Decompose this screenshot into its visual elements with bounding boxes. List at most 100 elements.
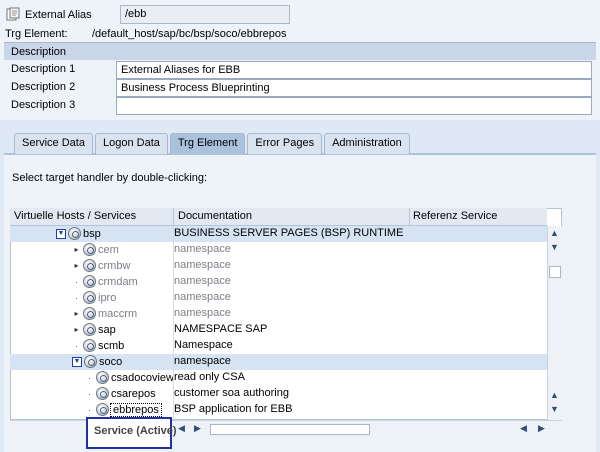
description-3-field[interactable] (116, 97, 592, 115)
tree-row[interactable]: · csadocoview read only CSA (10, 370, 547, 386)
tree-node-documentation: namespace (174, 243, 231, 255)
tree-node[interactable]: ▼ bsp (56, 227, 101, 240)
leaf-dot-icon: · (75, 292, 78, 303)
scroll-right-icon[interactable]: ▶ (194, 423, 201, 434)
tree-row[interactable]: · ebbrepos BSP application for EBB (10, 402, 547, 418)
tree-node-name[interactable]: soco (99, 356, 122, 368)
expand-arrow-icon[interactable]: ▸ (72, 261, 81, 270)
tree-node[interactable]: · ebbrepos (85, 402, 162, 417)
scroll-up-icon[interactable]: ▲ (550, 390, 559, 400)
trg-element-value: /default_host/sap/bc/bsp/soco/ebbrepos (92, 28, 287, 40)
leaf-dot-icon: · (75, 276, 78, 287)
leaf-dot-icon: · (88, 388, 91, 399)
globe-service-icon (96, 403, 109, 416)
tree-node[interactable]: ▸ maccrm (72, 307, 137, 320)
tree-node-documentation: customer soa authoring (174, 387, 289, 399)
tree-node-name[interactable]: bsp (83, 228, 101, 240)
globe-service-icon (83, 307, 96, 320)
scroll-thumb[interactable] (210, 424, 370, 435)
tree-node[interactable]: · scmb (72, 339, 124, 352)
description-1-field[interactable]: External Aliases for EBB (116, 61, 592, 79)
tree-node-documentation: NAMESPACE SAP (174, 323, 268, 335)
tree-node[interactable]: ▸ cem (72, 243, 119, 256)
leaf-dot-icon: · (88, 372, 91, 383)
tab-strip: Service Data Logon Data Trg Element Erro… (14, 133, 410, 154)
column-header-hosts[interactable]: Virtuelle Hosts / Services (14, 210, 136, 222)
tree-node[interactable]: · crmdam (72, 275, 138, 288)
service-status-tooltip: Service (Active) (86, 417, 177, 449)
description-2-label: Description 2 (11, 81, 76, 93)
tree-row[interactable]: · scmb Namespace (10, 338, 547, 354)
tab-logon-data[interactable]: Logon Data (94, 133, 168, 154)
tree-row[interactable]: ▼ soco namespace (10, 354, 547, 370)
tree-node-name[interactable]: sap (98, 324, 116, 336)
collapse-triangle-icon[interactable]: ▼ (72, 356, 82, 367)
vertical-scrollbar[interactable]: ▲ ▼ ▲ ▼ (547, 226, 562, 420)
column-header-reference[interactable]: Referenz Service (413, 210, 497, 222)
tree-node-documentation: namespace (174, 275, 231, 287)
scroll-up-icon[interactable]: ▲ (550, 228, 559, 238)
tree-row[interactable]: · ipro namespace (10, 290, 547, 306)
tree-node-name[interactable]: ipro (98, 292, 116, 304)
scroll-thumb[interactable] (549, 266, 561, 278)
globe-service-icon (84, 355, 97, 368)
tree-node-documentation: Namespace (174, 339, 233, 351)
tree-row[interactable]: ▸ crmbw namespace (10, 258, 547, 274)
tree-row[interactable]: · crmdam namespace (10, 274, 547, 290)
tree-node[interactable]: · ipro (72, 291, 116, 304)
tree-node-documentation: namespace (174, 355, 231, 367)
scroll-down-icon[interactable]: ▼ (550, 242, 559, 252)
tree-node-name[interactable]: cem (98, 244, 119, 256)
tree-node[interactable]: · csadocoview (85, 371, 174, 384)
expand-arrow-icon[interactable]: ▸ (72, 325, 81, 334)
column-divider[interactable] (173, 208, 174, 226)
tree-row[interactable]: ▼ bsp BUSINESS SERVER PAGES (BSP) RUNTIME (10, 226, 547, 242)
globe-service-icon (68, 227, 81, 240)
tab-trg-element[interactable]: Trg Element (169, 133, 246, 154)
tree-node[interactable]: ▼ soco (72, 355, 122, 368)
tree-node-name[interactable]: crmdam (98, 276, 138, 288)
globe-service-icon (83, 339, 96, 352)
globe-service-icon (83, 291, 96, 304)
tree-node[interactable]: ▸ crmbw (72, 259, 130, 272)
instruction-text: Select target handler by double-clicking… (12, 172, 208, 184)
header-area (0, 0, 600, 48)
tree-node-name[interactable]: scmb (98, 340, 124, 352)
tree-node-name[interactable]: csadocoview (111, 372, 174, 384)
scroll-right-icon[interactable]: ▶ (538, 423, 545, 434)
tree-node[interactable]: ▸ sap (72, 323, 116, 336)
alias-field[interactable]: /ebb (120, 5, 290, 24)
tree-node-documentation: namespace (174, 291, 231, 303)
globe-service-icon (96, 387, 109, 400)
tree-node-documentation: namespace (174, 307, 231, 319)
tree-node-name[interactable]: ebbrepos (110, 402, 162, 417)
tab-error-pages[interactable]: Error Pages (247, 133, 323, 154)
tab-administration[interactable]: Administration (324, 133, 410, 154)
globe-service-icon (83, 243, 96, 256)
expand-arrow-icon[interactable]: ▸ (72, 245, 81, 254)
tree-row[interactable]: ▸ cem namespace (10, 242, 547, 258)
column-divider[interactable] (409, 208, 410, 226)
scroll-left-icon[interactable]: ◀ (520, 423, 527, 434)
tree-node-name[interactable]: maccrm (98, 308, 137, 320)
globe-service-icon (83, 275, 96, 288)
scroll-left-icon[interactable]: ◀ (178, 423, 185, 434)
column-header-documentation[interactable]: Documentation (178, 210, 252, 222)
tree-node-name[interactable]: crmbw (98, 260, 130, 272)
tree-row[interactable]: ▸ sap NAMESPACE SAP (10, 322, 547, 338)
alias-icon (6, 7, 20, 21)
globe-service-icon (83, 323, 96, 336)
tree-node[interactable]: · csarepos (85, 387, 156, 400)
tree-node-documentation: namespace (174, 259, 231, 271)
description-2-field[interactable]: Business Process Blueprinting (116, 79, 592, 97)
tab-service-data[interactable]: Service Data (14, 133, 93, 154)
globe-service-icon (96, 371, 109, 384)
expand-arrow-icon[interactable]: ▸ (72, 309, 81, 318)
scroll-down-icon[interactable]: ▼ (550, 404, 559, 414)
tree-node-name[interactable]: csarepos (111, 388, 156, 400)
tree-node-documentation: BUSINESS SERVER PAGES (BSP) RUNTIME (174, 227, 404, 239)
tree-row[interactable]: · csarepos customer soa authoring (10, 386, 547, 402)
tree-row[interactable]: ▸ maccrm namespace (10, 306, 547, 322)
alias-label: External Alias (25, 9, 92, 21)
collapse-triangle-icon[interactable]: ▼ (56, 228, 66, 239)
